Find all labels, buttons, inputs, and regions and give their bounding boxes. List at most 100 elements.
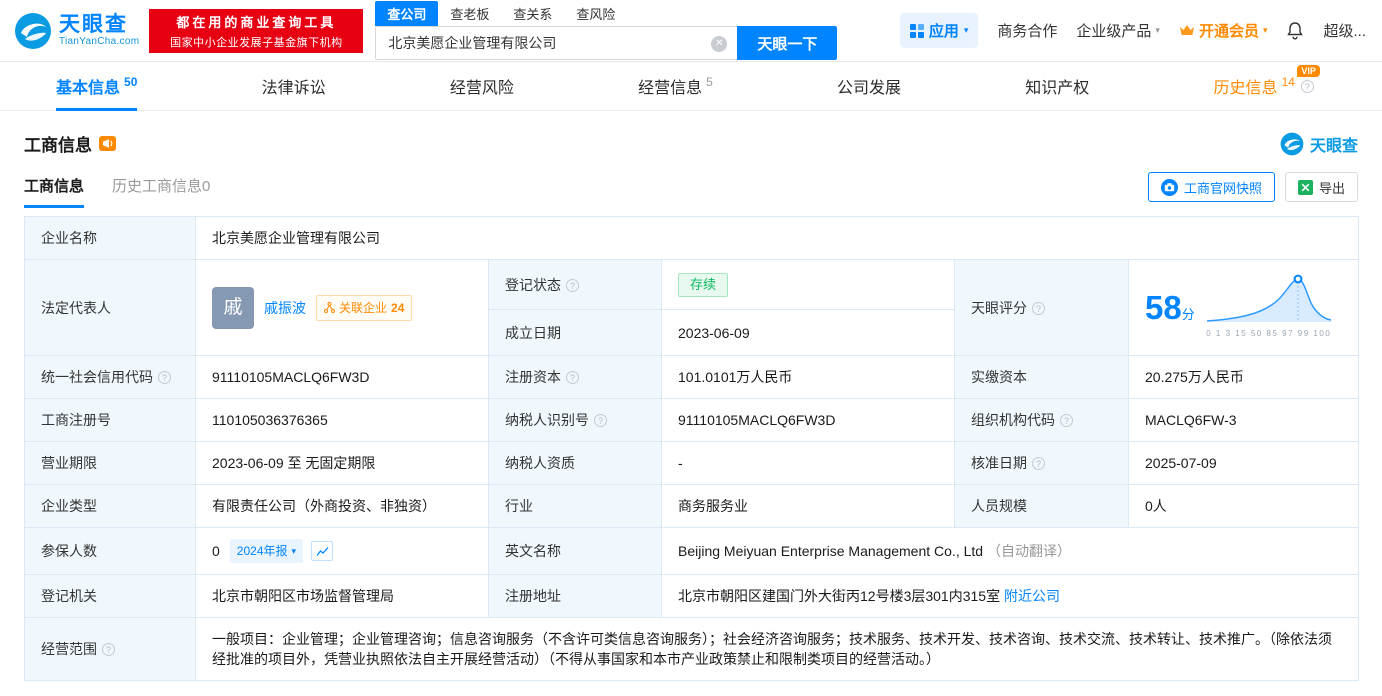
label-industry: 行业 (488, 484, 662, 528)
subtab-history-business-info[interactable]: 历史工商信息0 (112, 175, 210, 208)
status-badge: 存续 (678, 272, 729, 297)
label-legal-rep: 法定代表人 (24, 259, 196, 356)
help-icon[interactable] (566, 278, 579, 292)
search-button[interactable]: 天眼一下 (737, 26, 838, 60)
promo-line1: 都在用的商业查询工具 (176, 14, 337, 30)
crown-icon (1179, 25, 1194, 35)
score-axis-labels: 0 1 3 15 50 85 97 99 100 (1206, 329, 1332, 338)
value-company-type: 有限责任公司（外商投资、非独资） (195, 484, 489, 528)
tab-history-info[interactable]: 历史信息 14 VIP (1214, 62, 1336, 110)
help-icon[interactable] (158, 371, 171, 384)
tianyancha-logo[interactable]: 天眼查 TianYanCha.com (14, 12, 139, 50)
legal-rep-avatar[interactable]: 戚 (212, 286, 254, 329)
vip-badge: VIP (1297, 65, 1320, 77)
help-icon[interactable] (566, 371, 579, 384)
value-insured-count: 0 2024年报 ▾ (195, 527, 489, 575)
promo-line2: 国家中小企业发展子基金旗下机构 (170, 36, 343, 49)
tab-legal-proceedings[interactable]: 法律诉讼 (262, 62, 326, 110)
section-head: 工商信息 天眼查 (24, 131, 1358, 156)
business-info-table: 企业名称 北京美愿企业管理有限公司 法定代表人 戚 戚振波 关联企业 24 登记… (24, 216, 1360, 681)
related-count: 24 (391, 300, 405, 315)
label-score: 天眼评分 (954, 259, 1129, 356)
value-taxpayer-quality: - (661, 441, 955, 485)
section-title: 工商信息 (24, 136, 92, 155)
value-company-name: 北京美愿企业管理有限公司 (194, 216, 1360, 260)
search-tab-boss[interactable]: 查老板 (438, 1, 501, 26)
table-row: 参保人数 0 2024年报 ▾ 英文名称 Beijing Meiyuan Ent… (24, 527, 1360, 575)
subtab-row: 工商信息 历史工商信息0 工商官网快照 导出 (24, 172, 1358, 208)
help-icon[interactable] (102, 643, 115, 656)
help-icon[interactable] (1032, 301, 1045, 315)
search-input[interactable] (376, 27, 738, 59)
value-approve-date: 2025-07-09 (1127, 441, 1360, 485)
annual-report-badge[interactable]: 2024年报 ▾ (229, 539, 304, 563)
label-reg-authority: 登记机关 (24, 574, 196, 618)
apps-menu[interactable]: 应用 ▾ (899, 13, 979, 48)
tab-basic-info[interactable]: 基本信息 50 (56, 62, 138, 111)
tab-company-development[interactable]: 公司发展 (837, 62, 901, 110)
search-tab-company[interactable]: 查公司 (375, 1, 439, 26)
table-row: 企业名称 北京美愿企业管理有限公司 (24, 216, 1360, 260)
value-reg-address: 北京市朝阳区建国门外大街丙12号楼3层301内315室 附近公司 (660, 574, 1360, 618)
value-business-term: 2023-06-09 至 无固定期限 (195, 441, 489, 485)
user-menu[interactable]: 超级... (1323, 20, 1366, 41)
label-company-name: 企业名称 (24, 216, 196, 260)
help-icon[interactable] (1060, 414, 1073, 427)
label-english-name: 英文名称 (488, 527, 662, 575)
nav-business-cooperation[interactable]: 商务合作 (997, 20, 1057, 41)
value-paid-capital: 20.275万人民币 (1127, 355, 1360, 399)
label-insured-count: 参保人数 (24, 527, 196, 575)
score-number: 58分 (1145, 288, 1195, 326)
help-icon[interactable] (1032, 457, 1045, 470)
tab-operating-info[interactable]: 经营信息 5 (638, 62, 713, 110)
brand-logo-icon (1280, 132, 1304, 155)
value-legal-rep: 戚 戚振波 关联企业 24 (195, 259, 489, 356)
value-score: 58分 0 1 3 15 50 85 97 99 100 (1127, 259, 1360, 356)
label-taxpayer-no: 纳税人识别号 (488, 398, 662, 442)
help-icon[interactable] (1300, 79, 1314, 93)
official-snapshot-button[interactable]: 工商官网快照 (1147, 172, 1275, 202)
brand-watermark: 天眼查 (1280, 132, 1358, 156)
search-tab-relation[interactable]: 查关系 (501, 1, 564, 26)
export-button[interactable]: 导出 (1284, 172, 1358, 202)
tab-count: 5 (706, 75, 713, 89)
search-tab-risk[interactable]: 查风险 (564, 1, 627, 26)
nav-open-vip[interactable]: 开通会员 ▾ (1179, 20, 1267, 41)
value-credit-code: 91110105MACLQ6FW3D (195, 355, 489, 399)
table-row: 企业类型 有限责任公司（外商投资、非独资） 行业 商务服务业 人员规模 0人 (24, 484, 1360, 528)
subtab-business-info[interactable]: 工商信息 (24, 175, 85, 208)
notification-bell-icon[interactable] (1286, 21, 1304, 40)
table-row: 营业期限 2023-06-09 至 无固定期限 纳税人资质 - 核准日期 202… (24, 441, 1360, 485)
logo-eye-icon (15, 12, 51, 49)
announce-icon[interactable] (99, 136, 116, 151)
search-block: 查公司 查老板 查关系 查风险 ✕ 天眼一下 (375, 1, 838, 60)
logo-title: 天眼查 (59, 13, 128, 36)
nearby-companies-link[interactable]: 附近公司 (1004, 588, 1060, 604)
label-reg-status: 登记状态 (488, 258, 662, 311)
legal-rep-name-link[interactable]: 戚振波 (264, 298, 306, 318)
search-tabs: 查公司 查老板 查关系 查风险 (375, 1, 837, 26)
value-reg-no: 110105036376365 (195, 398, 489, 442)
value-reg-capital: 101.0101万人民币 (661, 355, 955, 399)
header-nav: 应用 ▾ 商务合作 企业级产品 ▾ 开通会员 ▾ 超级... (899, 13, 1366, 48)
table-row: 统一社会信用代码 91110105MACLQ6FW3D 注册资本 101.010… (24, 355, 1360, 399)
value-org-code: MACLQ6FW-3 (1127, 398, 1360, 442)
label-reg-no: 工商注册号 (24, 398, 196, 442)
label-business-scope: 经营范围 (24, 617, 196, 681)
tab-intellectual-property[interactable]: 知识产权 (1025, 62, 1089, 110)
network-icon (324, 302, 335, 313)
caret-down-icon: ▾ (963, 25, 969, 35)
trend-chart-button[interactable] (311, 541, 334, 561)
value-english-name: Beijing Meiyuan Enterprise Management Co… (660, 527, 1360, 575)
tab-count: 14 (1281, 75, 1295, 89)
related-companies-badge[interactable]: 关联企业 24 (316, 294, 413, 321)
score-distribution-chart: 0 1 3 15 50 85 97 99 100 (1205, 271, 1333, 344)
tab-count: 50 (124, 75, 138, 89)
nav-enterprise-products[interactable]: 企业级产品 ▾ (1076, 20, 1160, 41)
value-reg-authority: 北京市朝阳区市场监督管理局 (195, 574, 489, 618)
table-row: 登记机关 北京市朝阳区市场监督管理局 注册地址 北京市朝阳区建国门外大街丙12号… (24, 574, 1360, 618)
help-icon[interactable] (594, 414, 607, 427)
auto-translate-note: （自动翻译） (986, 543, 1071, 559)
tab-operating-risk[interactable]: 经营风险 (450, 62, 514, 110)
table-row: 经营范围 一般项目：企业管理；企业管理咨询；信息咨询服务（不含许可类信息咨询服务… (24, 617, 1360, 681)
